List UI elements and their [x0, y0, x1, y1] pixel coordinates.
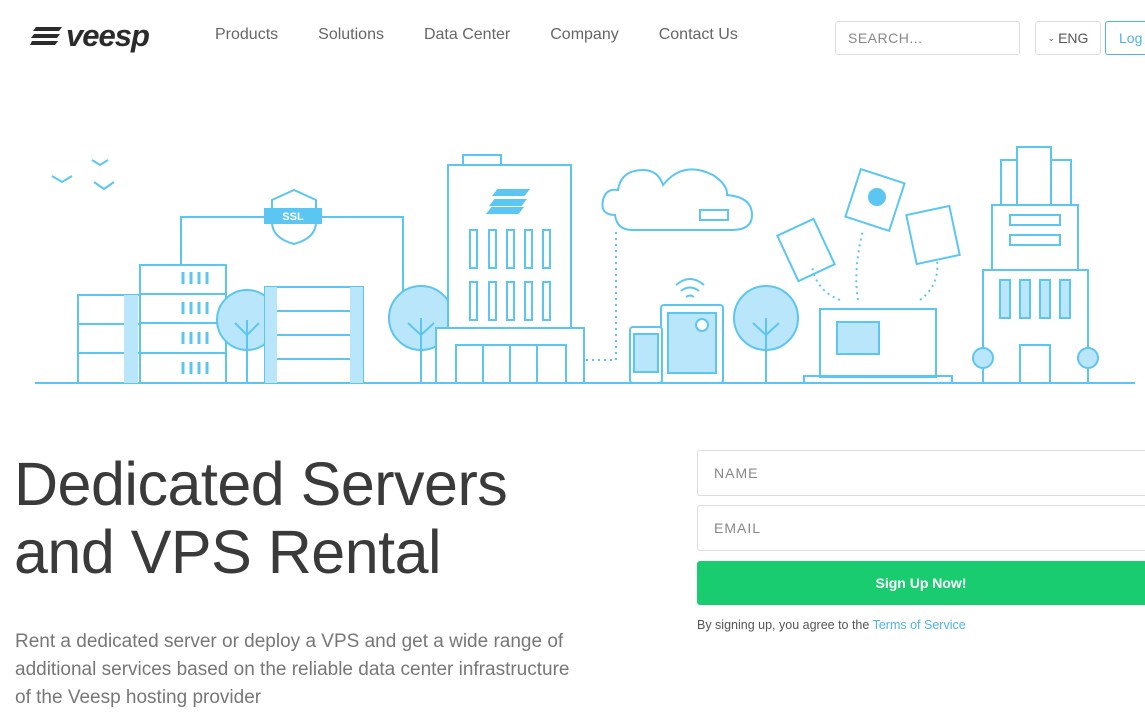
header: veesp Products Solutions Data Center Com… — [0, 0, 1145, 70]
language-label: ENG — [1058, 30, 1089, 46]
dotted-connection — [586, 230, 617, 361]
ssl-shield-icon: SSL — [264, 188, 322, 246]
server-rack-icon — [77, 264, 227, 384]
nav-products[interactable]: Products — [215, 26, 278, 44]
cloud-icon — [601, 168, 754, 231]
document-icon — [775, 217, 837, 283]
hero-illustration: SSL — [35, 146, 1135, 384]
svg-text:SSL: SSL — [282, 211, 304, 223]
office-building-icon — [972, 146, 1099, 384]
birds-icon — [51, 159, 115, 191]
phone-icon — [629, 326, 663, 384]
hero-description: Rent a dedicated server or deploy a VPS … — [15, 631, 570, 708]
hero-title-line1: Dedicated Servers — [14, 450, 508, 518]
nav-data-center[interactable]: Data Center — [424, 26, 510, 44]
hero-title: Dedicated Servers and VPS Rental — [14, 450, 634, 586]
language-select[interactable]: ⌄ ENG — [1035, 21, 1101, 55]
logo-stripes-icon — [30, 27, 62, 45]
tablet-icon — [660, 304, 724, 384]
sign-up-button[interactable]: Sign Up Now! — [697, 561, 1145, 605]
datacenter-building-icon — [435, 154, 585, 384]
nav-solutions[interactable]: Solutions — [318, 26, 384, 44]
chevron-down-icon: ⌄ — [1047, 32, 1056, 43]
name-input[interactable] — [697, 450, 1145, 496]
terms-note: By signing up, you agree to the Terms of… — [697, 618, 966, 632]
login-button[interactable]: Log — [1105, 21, 1145, 55]
logo[interactable]: veesp — [30, 18, 150, 54]
terms-prefix: By signing up, you agree to the — [697, 618, 873, 632]
nav-contact-us[interactable]: Contact Us — [659, 26, 738, 44]
wifi-icon — [675, 278, 705, 298]
search-input[interactable] — [835, 21, 1020, 55]
hero-title-line2: and VPS Rental — [14, 518, 442, 586]
terms-of-service-link[interactable]: Terms of Service — [873, 618, 966, 632]
laptop-icon — [803, 308, 953, 384]
nav-company[interactable]: Company — [550, 26, 618, 44]
server-unit-icon — [264, 286, 364, 384]
tree-icon — [733, 285, 799, 383]
video-file-icon — [844, 167, 906, 233]
music-file-icon — [905, 204, 961, 266]
logo-text: veesp — [66, 18, 150, 53]
main-nav: Products Solutions Data Center Company C… — [215, 26, 778, 44]
email-input[interactable] — [697, 505, 1145, 551]
